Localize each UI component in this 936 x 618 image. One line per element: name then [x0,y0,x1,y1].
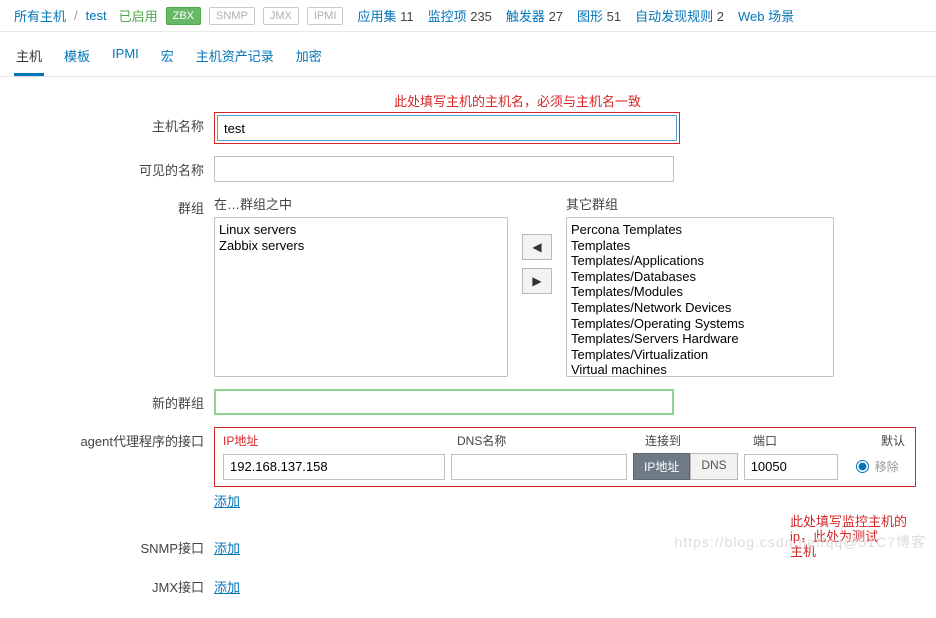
label-snmp-iface: SNMP接口 [14,534,214,557]
group-columns: 在…群组之中 Linux serversZabbix servers ◀ ▶ 其… [214,194,922,377]
tab-host[interactable]: 主机 [14,40,44,76]
iface-header-connect: 连接到 [645,432,753,449]
badge-jmx: JMX [263,7,299,25]
badge-ipmi: IPMI [307,7,344,25]
tab-encryption[interactable]: 加密 [294,40,324,76]
move-left-button[interactable]: ◀ [522,234,552,260]
label-groups: 群组 [14,194,214,217]
agent-default-radio[interactable] [856,460,869,473]
label-hostname: 主机名称 [14,112,214,135]
hostname-highlight-box [214,112,680,144]
iface-header-row: IP地址 DNS名称 连接到 端口 默认 [223,432,907,449]
agent-port-input[interactable] [744,454,838,480]
tab-macros[interactable]: 宏 [159,40,176,76]
top-breadcrumb-bar: 所有主机 / test 已启用 ZBX SNMP JMX IPMI 应用集 11… [0,0,936,32]
stat-items[interactable]: 监控项 235 [428,6,492,25]
in-groups-listbox[interactable]: Linux serversZabbix servers [214,217,508,377]
other-groups-listbox[interactable]: Percona TemplatesTemplatesTemplates/Appl… [566,217,834,377]
tab-template[interactable]: 模板 [62,40,92,76]
status-enabled: 已启用 [119,6,158,25]
iface-header-ip: IP地址 [223,432,457,449]
agent-iface-row: IP地址 DNS 移除 [223,453,907,480]
label-jmx-iface: JMX接口 [14,573,214,596]
connect-ip-button[interactable]: IP地址 [633,453,690,480]
stat-graphs[interactable]: 图形 51 [577,6,621,25]
iface-header-default: 默认 [853,432,905,449]
watermark-text: https://blog.csdn.net/qq@51C7博客 [675,532,926,552]
connect-dns-button[interactable]: DNS [690,453,737,480]
new-group-input[interactable] [214,389,674,415]
iface-header-port: 端口 [753,432,853,449]
breadcrumb-all-hosts[interactable]: 所有主机 [14,6,66,25]
snmp-add-link[interactable]: 添加 [214,538,240,557]
in-groups-header: 在…群组之中 [214,194,508,213]
annotation-hostname: 此处填写主机的主机名，必须与主机名一致 [394,91,922,110]
stat-triggers[interactable]: 触发器 27 [506,6,563,25]
tab-bar: 主机 模板 IPMI 宏 主机资产记录 加密 [0,32,936,77]
agent-remove-link[interactable]: 移除 [875,458,899,475]
stat-discovery[interactable]: 自动发现规则 2 [635,6,724,25]
move-right-button[interactable]: ▶ [522,268,552,294]
agent-ip-input[interactable] [223,454,445,480]
label-agent-iface: agent代理程序的接口 [14,427,214,450]
other-groups-header: 其它群组 [566,194,834,213]
visible-name-input[interactable] [214,156,674,182]
connect-toggle: IP地址 DNS [633,453,738,480]
badge-zbx: ZBX [166,7,201,25]
breadcrumb-host[interactable]: test [86,8,107,23]
label-new-group: 新的群组 [14,389,214,412]
breadcrumb-separator: / [74,8,78,23]
agent-add-link[interactable]: 添加 [214,491,240,510]
hostname-input[interactable] [217,115,677,141]
tab-inventory[interactable]: 主机资产记录 [194,40,276,76]
tab-ipmi[interactable]: IPMI [110,40,141,76]
agent-dns-input[interactable] [451,454,627,480]
iface-header-dns: DNS名称 [457,432,645,449]
badge-snmp: SNMP [209,7,255,25]
stat-web[interactable]: Web 场景 [738,6,794,25]
label-visible-name: 可见的名称 [14,156,214,179]
agent-iface-box: IP地址 DNS名称 连接到 端口 默认 IP地址 DNS 移除 [214,427,916,487]
stat-applications[interactable]: 应用集 11 [357,6,413,25]
jmx-add-link[interactable]: 添加 [214,577,240,596]
